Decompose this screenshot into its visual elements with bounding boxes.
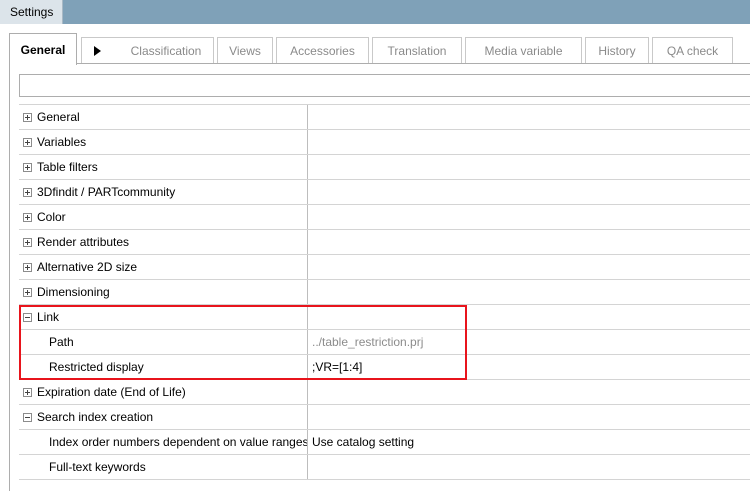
property-row-dimensioning[interactable]: Dimensioning: [19, 280, 750, 305]
tab-classification-label: Classification: [130, 43, 202, 58]
property-name-cell: Variables: [19, 130, 308, 154]
property-name: Render attributes: [37, 235, 130, 249]
property-name-cell: Render attributes: [19, 230, 308, 254]
property-value-cell[interactable]: [308, 155, 750, 179]
property-name-cell: Restricted display: [19, 355, 308, 379]
tab-general[interactable]: General: [9, 33, 77, 65]
expand-plus-icon[interactable]: [23, 387, 32, 397]
property-name-cell: Color: [19, 205, 308, 229]
property-value-cell[interactable]: ;VR=[1:4]: [308, 355, 750, 379]
property-row-render-attributes[interactable]: Render attributes: [19, 230, 750, 255]
property-value-cell[interactable]: Use catalog setting: [308, 430, 750, 454]
property-row-link[interactable]: Link: [19, 305, 750, 330]
property-value-cell[interactable]: [308, 405, 750, 429]
property-name: Full-text keywords: [49, 460, 146, 474]
expand-plus-icon[interactable]: [23, 162, 32, 172]
property-name-cell: Link: [19, 305, 308, 329]
filter-input[interactable]: [19, 74, 750, 97]
property-value-cell[interactable]: [308, 455, 750, 479]
tab-views[interactable]: Views: [217, 37, 273, 63]
property-row-general[interactable]: General: [19, 105, 750, 130]
tab-translation[interactable]: Translation: [372, 37, 462, 63]
property-value-cell[interactable]: [308, 380, 750, 404]
property-name-cell: Table filters: [19, 155, 308, 179]
tab-history[interactable]: History: [585, 37, 649, 63]
title-bar: Settings: [0, 0, 750, 24]
property-name-cell: Expiration date (End of Life): [19, 380, 308, 404]
property-name: 3Dfindit / PARTcommunity: [37, 185, 176, 199]
property-name: General: [37, 110, 80, 124]
tab-views-label: Views: [229, 43, 261, 58]
property-row-path[interactable]: Path ../table_restriction.prj: [19, 330, 750, 355]
tab-translation-label: Translation: [387, 43, 447, 58]
property-row-variables[interactable]: Variables: [19, 130, 750, 155]
property-row-alternative-2d-size[interactable]: Alternative 2D size: [19, 255, 750, 280]
property-name: Link: [37, 310, 60, 324]
property-name: Dimensioning: [37, 285, 110, 299]
property-row-expiration-date[interactable]: Expiration date (End of Life): [19, 380, 750, 405]
property-row-index-order-numbers[interactable]: Index order numbers dependent on value r…: [19, 430, 750, 455]
property-value-cell[interactable]: [308, 280, 750, 304]
property-name: Alternative 2D size: [37, 260, 138, 274]
tab-media-variable[interactable]: Media variable: [465, 37, 582, 63]
property-row-3dfindit[interactable]: 3Dfindit / PARTcommunity: [19, 180, 750, 205]
property-row-full-text-keywords[interactable]: Full-text keywords: [19, 455, 750, 480]
expand-plus-icon[interactable]: [23, 237, 32, 247]
property-name-cell: General: [19, 105, 308, 129]
play-arrow-icon: [93, 45, 101, 56]
expand-plus-icon[interactable]: [23, 287, 32, 297]
settings-title: Settings: [10, 5, 54, 19]
property-name: Path: [49, 335, 74, 349]
property-name: Restricted display: [49, 360, 144, 374]
property-name-cell: Search index creation: [19, 405, 308, 429]
property-name: Color: [37, 210, 66, 224]
property-value-cell[interactable]: [308, 130, 750, 154]
expand-plus-icon[interactable]: [23, 137, 32, 147]
property-value-cell[interactable]: [308, 105, 750, 129]
property-name: Search index creation: [37, 410, 154, 424]
tab-media-variable-label: Media variable: [484, 43, 563, 58]
property-row-restricted-display[interactable]: Restricted display ;VR=[1:4]: [19, 355, 750, 380]
property-row-table-filters[interactable]: Table filters: [19, 155, 750, 180]
collapse-minus-icon[interactable]: [23, 412, 32, 422]
tab-accessories[interactable]: Accessories: [276, 37, 369, 63]
tab-history-label: History: [598, 43, 636, 58]
property-value-cell[interactable]: [308, 205, 750, 229]
property-value-cell[interactable]: [308, 230, 750, 254]
property-name-cell: Alternative 2D size: [19, 255, 308, 279]
property-name-cell: Full-text keywords: [19, 455, 308, 479]
expand-plus-icon[interactable]: [23, 187, 32, 197]
tab-strip: General Classification Views Accessories…: [0, 24, 750, 65]
property-row-color[interactable]: Color: [19, 205, 750, 230]
tab-classification[interactable]: Classification: [81, 37, 214, 63]
property-name-cell: 3Dfindit / PARTcommunity: [19, 180, 308, 204]
property-value-cell[interactable]: ../table_restriction.prj: [308, 330, 750, 354]
property-name: Table filters: [37, 160, 98, 174]
tab-qa-check[interactable]: QA check: [652, 37, 733, 63]
expand-plus-icon[interactable]: [23, 112, 32, 122]
tab-general-label: General: [20, 42, 66, 57]
property-name: Index order numbers dependent on value r…: [49, 435, 308, 449]
property-name: Variables: [37, 135, 87, 149]
expand-plus-icon[interactable]: [23, 212, 32, 222]
property-name-cell: Path: [19, 330, 308, 354]
collapse-minus-icon[interactable]: [23, 312, 32, 322]
property-value-cell[interactable]: [308, 180, 750, 204]
tab-qa-check-label: QA check: [666, 43, 719, 58]
property-grid: General Variables Table filters 3Dfindit…: [19, 104, 750, 480]
property-name-cell: Index order numbers dependent on value r…: [19, 430, 308, 454]
tab-accessories-label: Accessories: [290, 43, 355, 58]
property-name-cell: Dimensioning: [19, 280, 308, 304]
property-value-cell[interactable]: [308, 255, 750, 279]
expand-plus-icon[interactable]: [23, 262, 32, 272]
property-value-cell[interactable]: [308, 305, 750, 329]
property-row-search-index-creation[interactable]: Search index creation: [19, 405, 750, 430]
property-name: Expiration date (End of Life): [37, 385, 186, 399]
settings-title-tab[interactable]: Settings: [0, 0, 63, 24]
